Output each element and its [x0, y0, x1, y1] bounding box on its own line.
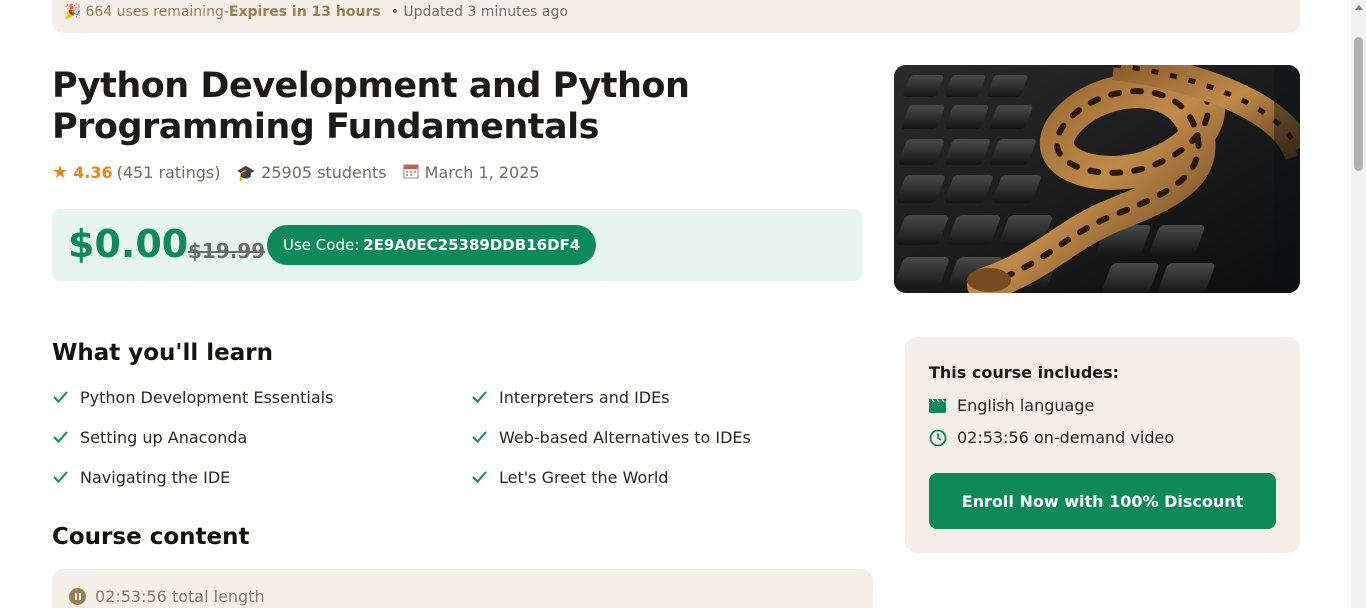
- pause-icon: [69, 588, 86, 605]
- course-content-heading: Course content: [52, 524, 250, 550]
- course-content-summary: 02:53:56 total length: [52, 569, 873, 608]
- uses-remaining: 664 uses remaining: [85, 4, 224, 20]
- language-label: English language: [957, 396, 1095, 415]
- clapperboard-icon: [929, 398, 947, 413]
- original-price: $19.99: [188, 239, 266, 263]
- students-group: 🎓 25905 students: [236, 163, 386, 182]
- learn-item-label: Web-based Alternatives to IDEs: [499, 427, 751, 447]
- clock-icon: [929, 429, 947, 447]
- course-includes-panel: This course includes: English language 0…: [905, 337, 1300, 553]
- check-icon: [471, 470, 488, 484]
- date-group: March 1, 2025: [403, 163, 540, 183]
- list-item: Navigating the IDE: [52, 466, 471, 488]
- enroll-button[interactable]: Enroll Now with 100% Discount: [929, 473, 1276, 529]
- check-icon: [471, 390, 488, 404]
- coupon-code: 2E9A0EC25389DDB16DF4: [363, 236, 581, 254]
- learn-list: Python Development Essentials Interprete…: [52, 386, 872, 488]
- course-image: [894, 65, 1300, 293]
- course-date: March 1, 2025: [424, 163, 540, 182]
- learn-heading: What you'll learn: [52, 340, 273, 366]
- graduation-cap-icon: 🎓: [236, 163, 256, 182]
- scroll-up-icon[interactable]: [1355, 5, 1363, 10]
- rating-group: ★ 4.36 (451 ratings): [52, 162, 220, 183]
- course-meta: ★ 4.36 (451 ratings) 🎓 25905 students Ma…: [52, 162, 556, 183]
- check-icon: [52, 390, 69, 404]
- coupon-code-label: Use Code:: [283, 236, 360, 254]
- calendar-icon: [403, 163, 419, 183]
- star-icon: ★: [52, 162, 69, 183]
- learn-item-label: Navigating the IDE: [80, 467, 231, 487]
- price-box: $0.00 $19.99 Use Code: 2E9A0EC25389DDB16…: [52, 209, 862, 281]
- current-price: $0.00: [68, 222, 189, 266]
- learn-item-label: Python Development Essentials: [80, 387, 334, 407]
- list-item: Interpreters and IDEs: [471, 386, 871, 408]
- list-item: Web-based Alternatives to IDEs: [471, 426, 871, 448]
- page-scrollbar[interactable]: [1351, 0, 1366, 608]
- total-length-row: 02:53:56 total length: [69, 587, 265, 606]
- video-label: 02:53:56 on-demand video: [957, 428, 1175, 447]
- learn-item-label: Let's Greet the World: [499, 467, 669, 487]
- students-count: 25905 students: [261, 163, 387, 182]
- learn-item-label: Interpreters and IDEs: [499, 387, 670, 407]
- list-item: Setting up Anaconda: [52, 426, 471, 448]
- course-includes-heading: This course includes:: [929, 363, 1120, 382]
- scrollbar-thumb[interactable]: [1354, 37, 1363, 171]
- check-icon: [471, 430, 488, 444]
- video-row: 02:53:56 on-demand video: [929, 428, 1174, 447]
- expires-text: Expires in 13 hours: [228, 4, 381, 20]
- check-icon: [52, 470, 69, 484]
- total-length: 02:53:56 total length: [95, 587, 265, 606]
- party-popper-icon: 🎉: [64, 4, 82, 20]
- learn-item-label: Setting up Anaconda: [80, 427, 248, 447]
- promo-bar: 🎉 664 uses remaining - Expires in 13 hou…: [52, 0, 1300, 33]
- list-item: Let's Greet the World: [471, 466, 871, 488]
- list-item: Python Development Essentials: [52, 386, 471, 408]
- language-row: English language: [929, 396, 1094, 415]
- course-title: Python Development and Python Programmin…: [52, 66, 690, 147]
- check-icon: [52, 430, 69, 444]
- updated-text: • Updated 3 minutes ago: [390, 4, 568, 20]
- coupon-code-button[interactable]: Use Code: 2E9A0EC25389DDB16DF4: [267, 225, 597, 265]
- ratings-count: (451 ratings): [116, 163, 221, 182]
- rating-value: 4.36: [73, 163, 113, 182]
- promo-bar-content: 🎉 664 uses remaining - Expires in 13 hou…: [64, 4, 568, 20]
